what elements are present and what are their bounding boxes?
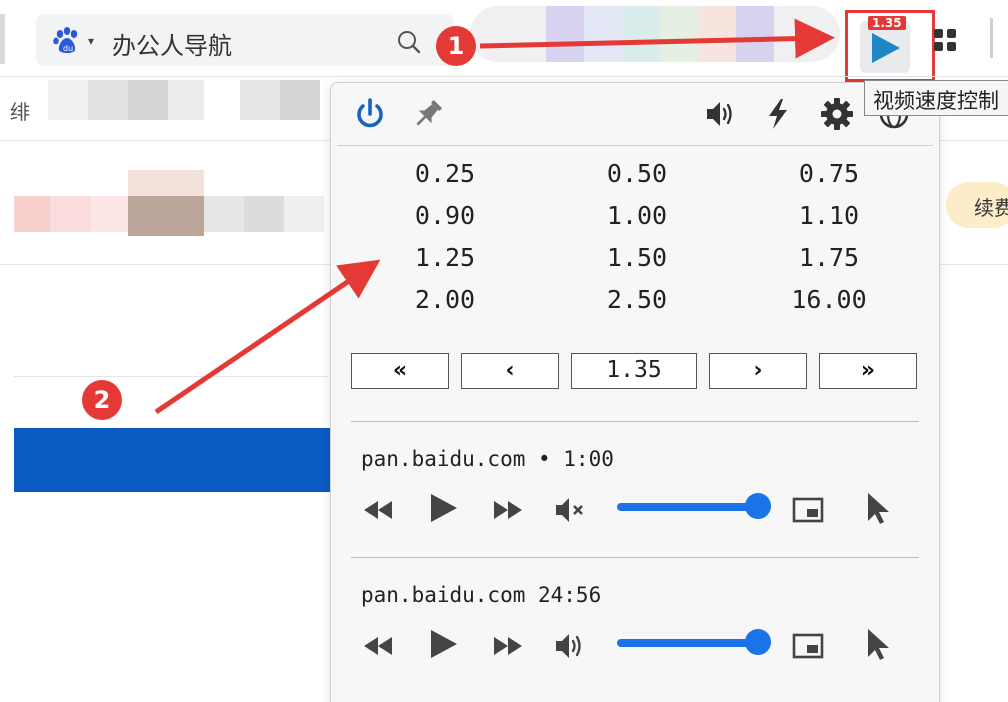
- speed-preset[interactable]: 1.75: [733, 243, 925, 272]
- volume-slider[interactable]: [617, 493, 771, 519]
- speed-preset[interactable]: 0.50: [541, 159, 733, 188]
- page-blue-banner: [14, 428, 334, 492]
- volume-icon[interactable]: [553, 629, 587, 663]
- picture-in-picture-icon[interactable]: [791, 629, 825, 663]
- baidu-paw-icon: du: [53, 27, 78, 53]
- volume-slider-thumb[interactable]: [745, 629, 771, 655]
- toolbar-edge: [990, 18, 993, 58]
- blurred-banner: [14, 170, 334, 236]
- rewind-icon[interactable]: [361, 629, 395, 663]
- current-speed-field[interactable]: 1.35: [571, 353, 697, 389]
- speed-preset[interactable]: 1.25: [349, 243, 541, 272]
- fast-forward-icon[interactable]: [491, 493, 525, 527]
- renew-button[interactable]: 续费: [946, 182, 1008, 228]
- muted-icon[interactable]: [553, 493, 587, 527]
- video-title: pan.baidu.com • 1:00: [361, 447, 614, 471]
- increase-button[interactable]: ›: [709, 353, 807, 389]
- page-text-fragment: 绯: [10, 100, 30, 124]
- address-text[interactable]: 办公人导航: [112, 26, 232, 61]
- speed-preset[interactable]: 16.00: [733, 285, 925, 314]
- gear-icon[interactable]: [820, 97, 854, 131]
- speed-preset[interactable]: 2.50: [541, 285, 733, 314]
- cursor-locate-icon[interactable]: [861, 491, 895, 525]
- step-2-badge: 2: [82, 380, 122, 420]
- decrease-button[interactable]: ‹: [461, 353, 559, 389]
- speed-preset[interactable]: 0.90: [349, 201, 541, 230]
- window-edge: [0, 14, 5, 64]
- speed-preset[interactable]: 0.75: [733, 159, 925, 188]
- lightning-icon[interactable]: [761, 97, 795, 131]
- speed-preset[interactable]: 2.00: [349, 285, 541, 314]
- pin-icon[interactable]: [411, 97, 445, 131]
- blurred-extension-icons: [470, 6, 840, 62]
- speed-preset[interactable]: 1.00: [541, 201, 733, 230]
- section-divider: [351, 557, 919, 558]
- volume-slider-thumb[interactable]: [745, 493, 771, 519]
- toolbar-divider: [337, 145, 933, 146]
- rewind-icon[interactable]: [361, 493, 395, 527]
- page-divider: [14, 376, 328, 377]
- play-icon[interactable]: [425, 491, 459, 525]
- fast-forward-icon[interactable]: [491, 629, 525, 663]
- cursor-locate-icon[interactable]: [861, 627, 895, 661]
- section-divider: [351, 421, 919, 422]
- extensions-grid-icon[interactable]: [933, 28, 957, 52]
- extension-tooltip: 视频速度控制: [864, 80, 1008, 116]
- volume-slider[interactable]: [617, 629, 771, 655]
- volume-icon[interactable]: [703, 97, 737, 131]
- address-bar[interactable]: du ▾ 办公人导航: [36, 14, 454, 66]
- picture-in-picture-icon[interactable]: [791, 493, 825, 527]
- step-1-badge: 1: [436, 26, 476, 66]
- power-icon[interactable]: [353, 97, 387, 131]
- speed-preset[interactable]: 1.10: [733, 201, 925, 230]
- play-icon: [872, 33, 900, 63]
- engine-dropdown-caret[interactable]: ▾: [88, 34, 94, 48]
- fast-increase-button[interactable]: »: [819, 353, 917, 389]
- blurred-nav-row: [48, 80, 320, 120]
- speed-badge: 1.35: [868, 16, 906, 30]
- video-speed-extension-button[interactable]: 1.35: [845, 10, 935, 82]
- speed-control-popup: 0.25 0.50 0.75 0.90 1.00 1.10 1.25 1.50 …: [330, 82, 940, 702]
- page-divider: [0, 76, 1008, 77]
- play-icon[interactable]: [425, 627, 459, 661]
- video-title: pan.baidu.com 24:56: [361, 583, 602, 607]
- fast-decrease-button[interactable]: «: [351, 353, 449, 389]
- search-icon[interactable]: [394, 27, 424, 57]
- speed-preset[interactable]: 0.25: [349, 159, 541, 188]
- svg-text:du: du: [63, 44, 73, 53]
- speed-preset[interactable]: 1.50: [541, 243, 733, 272]
- popup-toolbar: [331, 83, 939, 145]
